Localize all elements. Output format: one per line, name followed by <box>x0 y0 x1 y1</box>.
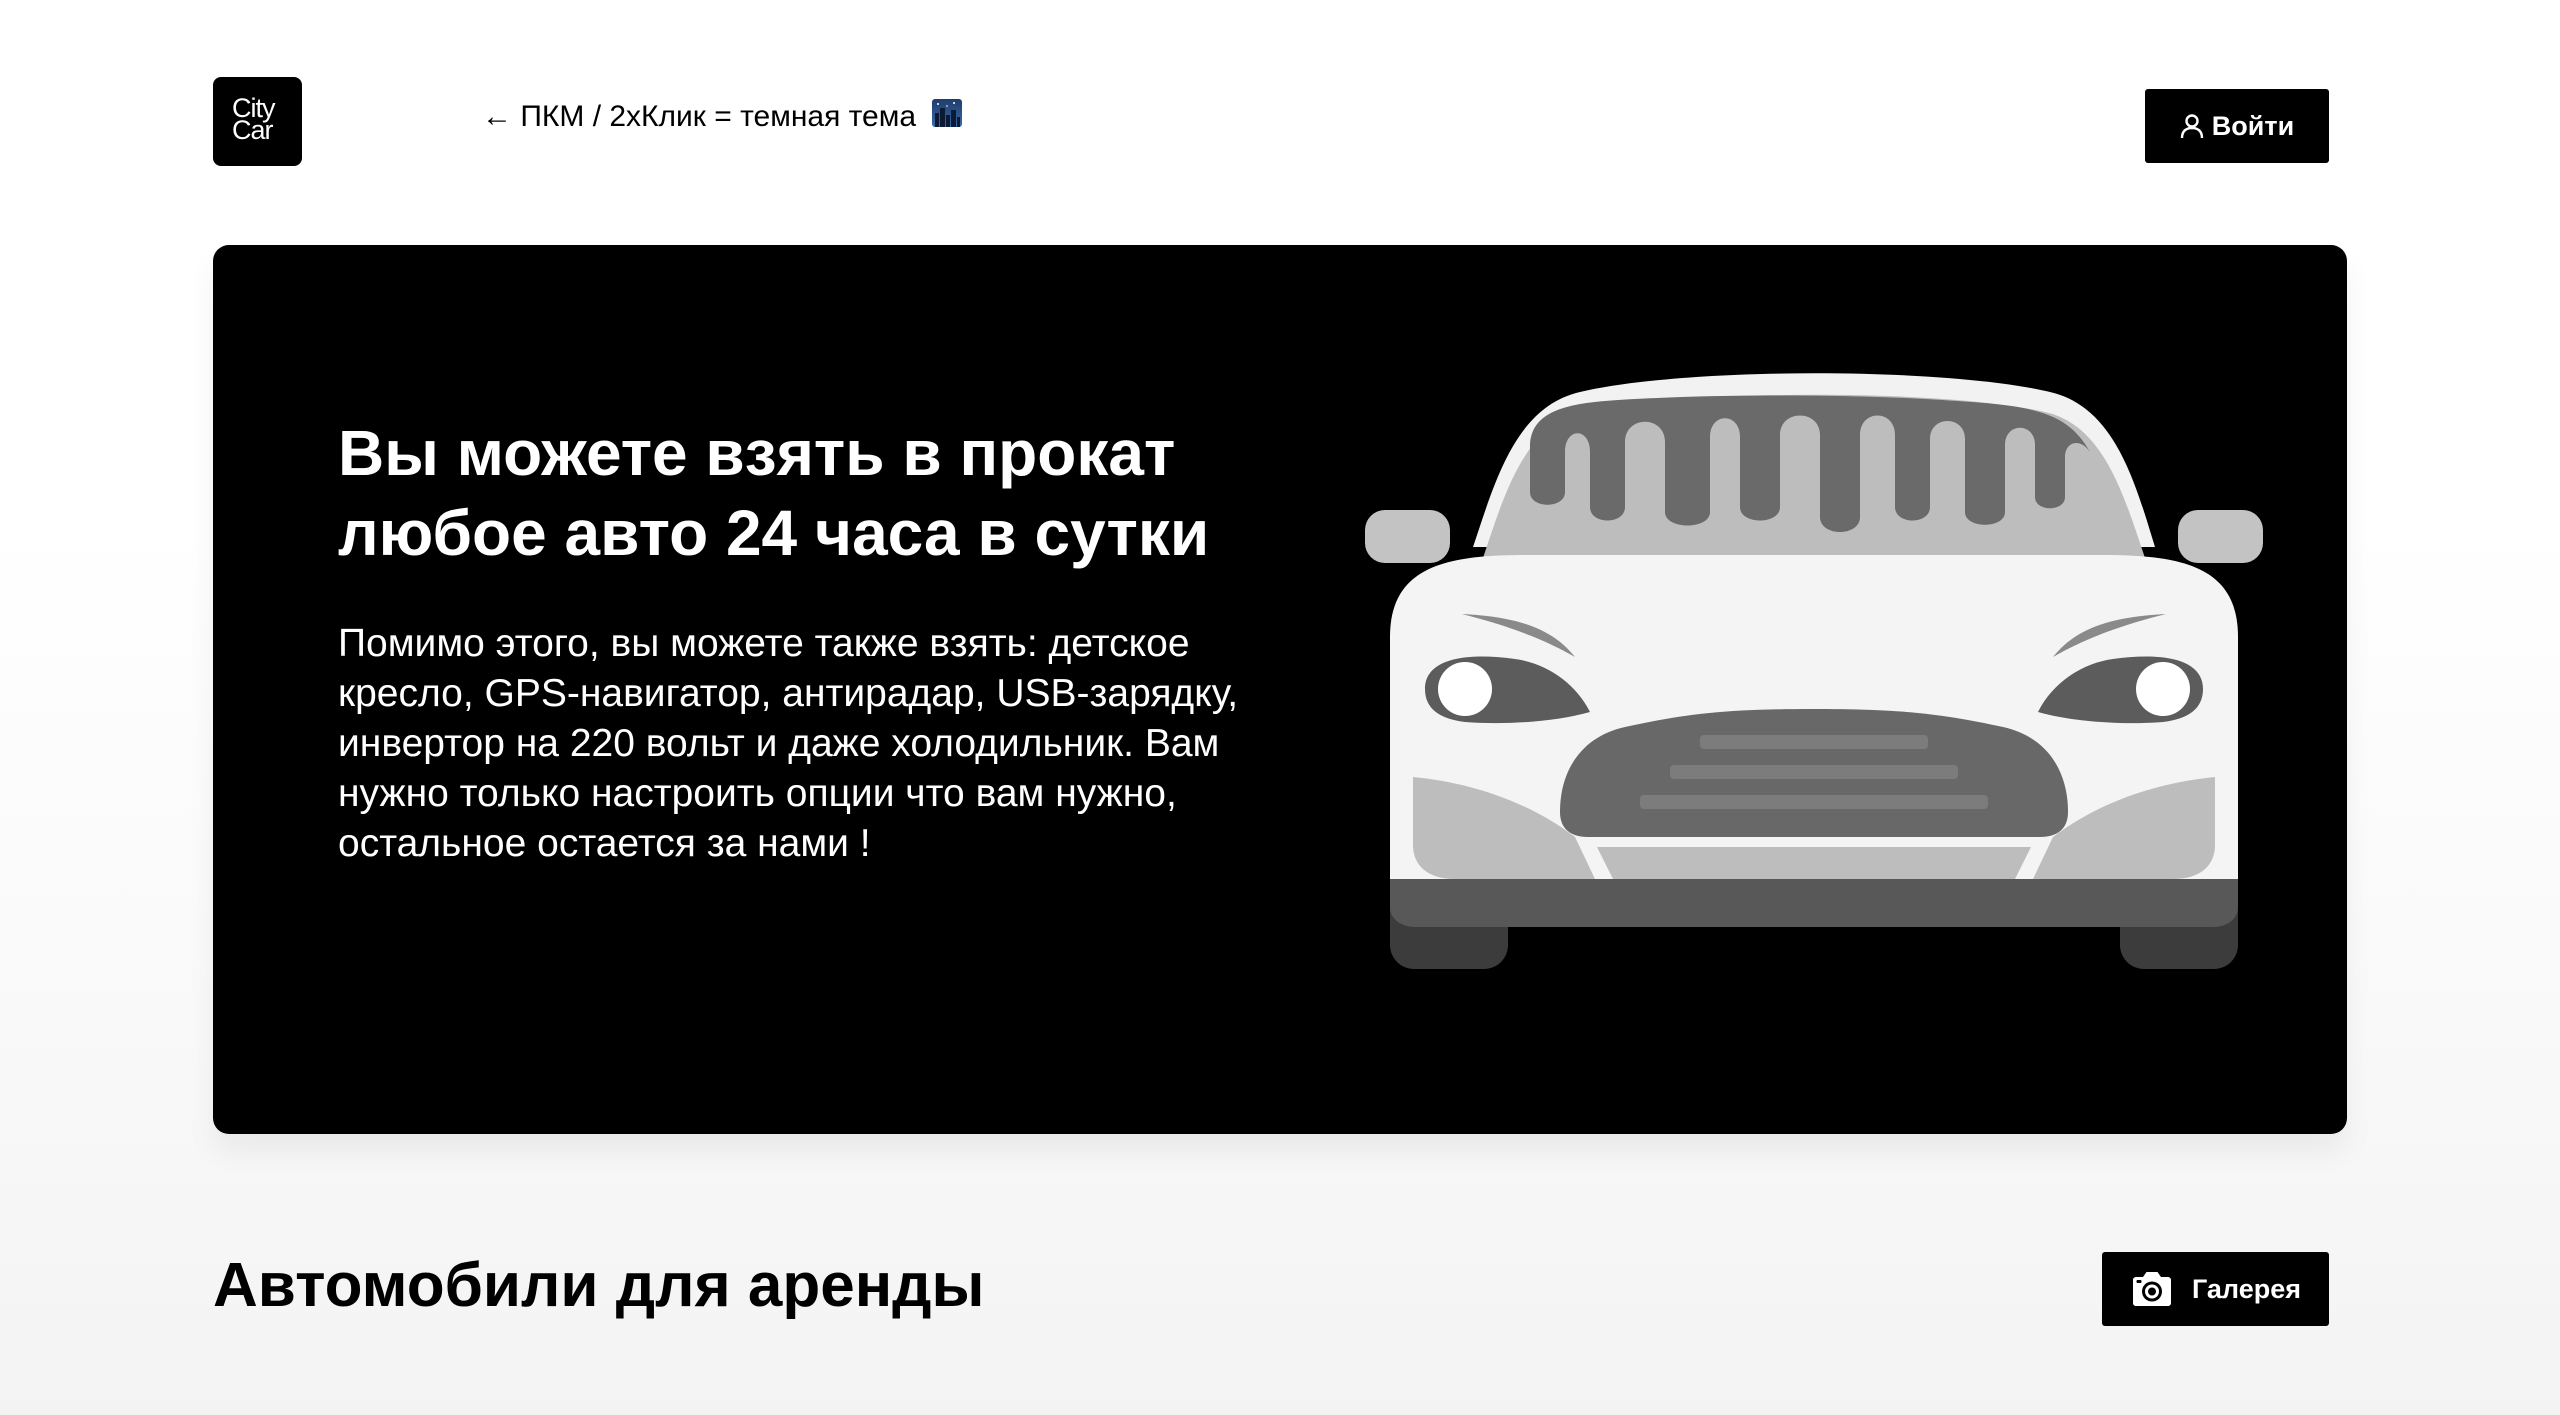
hero-text: Помимо этого, вы можете также взять: дет… <box>338 622 1239 865</box>
gallery-label: Галерея <box>2191 1273 2302 1304</box>
camera-icon <box>2132 1272 2171 1306</box>
night-city-icon <box>932 99 963 127</box>
theme-hint-text: ← ПКМ / 2хКлик = темная тема <box>482 100 917 133</box>
user-icon <box>2180 114 2203 139</box>
gallery-button[interactable]: Галерея <box>2102 1252 2329 1326</box>
login-label: Войти <box>2211 110 2295 141</box>
section-title: Автомобили для аренды <box>213 1251 985 1320</box>
logo-line-2: Car <box>232 115 274 145</box>
hero-title: Вы можете взять в прокат любое авто 24 ч… <box>338 417 1210 569</box>
theme-hint: ← ПКМ / 2хКлик = темная тема <box>482 98 963 136</box>
logo[interactable]: City Car <box>213 77 302 166</box>
login-button[interactable]: Войти <box>2145 89 2329 163</box>
hero-banner: Вы можете взять в прокат любое авто 24 ч… <box>213 245 2347 1134</box>
car-front-illustration <box>1365 373 2263 969</box>
